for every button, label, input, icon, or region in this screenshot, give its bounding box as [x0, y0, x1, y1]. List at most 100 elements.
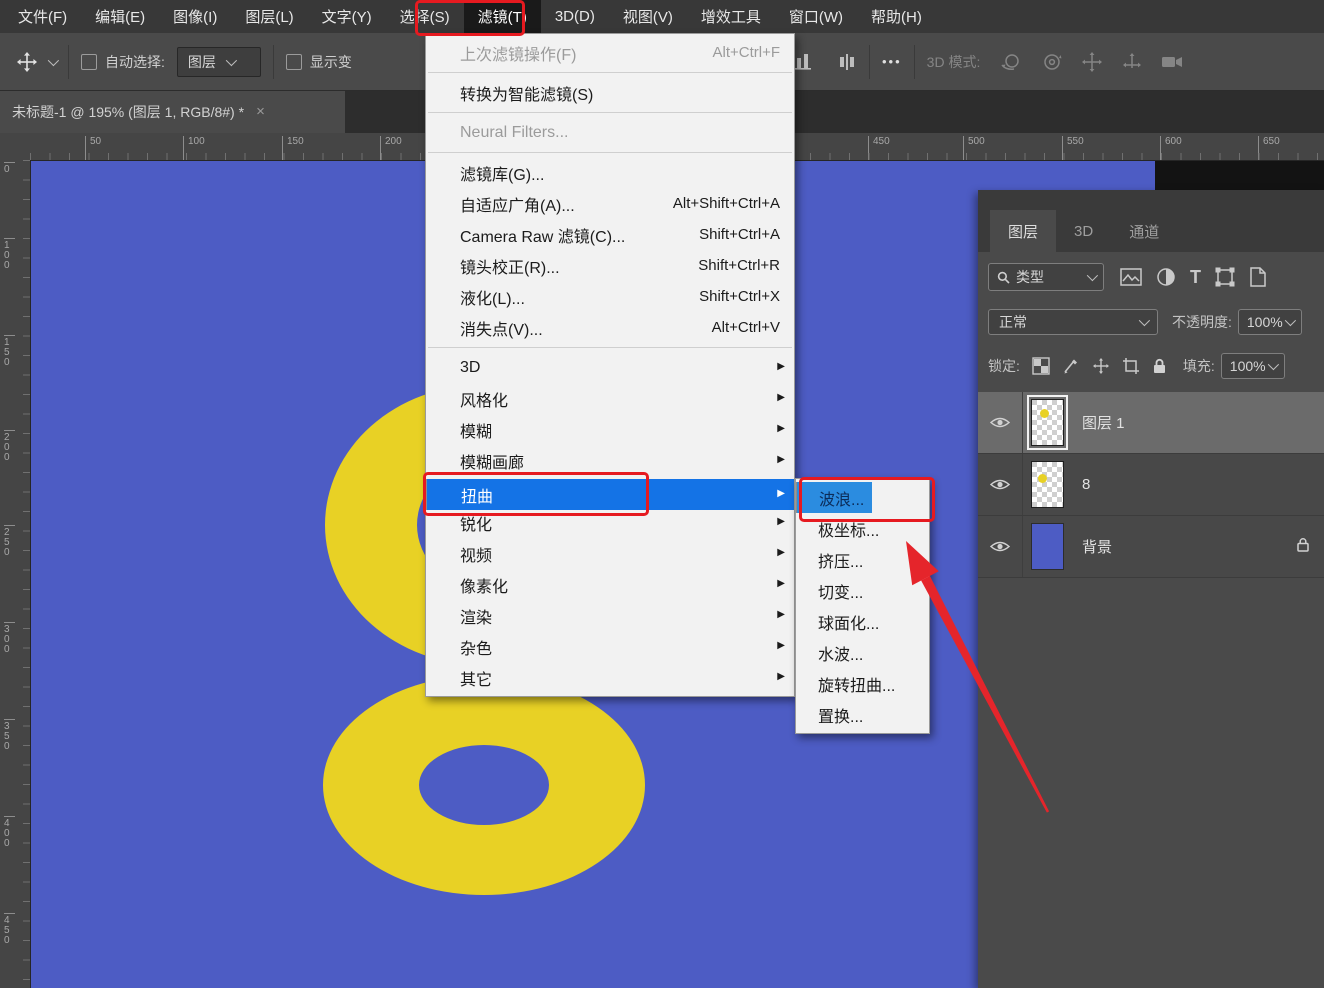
menu-item-render[interactable]: 渲染 ▶ — [426, 600, 794, 631]
opacity-field[interactable]: 100% — [1238, 309, 1302, 335]
move-tool-icon[interactable] — [16, 51, 38, 73]
menu-item-lens-correction[interactable]: 镜头校正(R)... Shift+Ctrl+R — [426, 250, 794, 281]
chevron-down-icon — [1087, 270, 1098, 281]
menu-item-blur[interactable]: 模糊 ▶ — [426, 414, 794, 445]
auto-select-checkbox[interactable] — [81, 54, 97, 70]
filter-pixel-layers-icon[interactable] — [1120, 268, 1142, 286]
menu-plugins[interactable]: 增效工具 — [687, 0, 775, 34]
menu-select[interactable]: 选择(S) — [386, 0, 464, 34]
filter-type-layers-icon[interactable]: T — [1190, 267, 1201, 288]
menu-item-noise[interactable]: 杂色 ▶ — [426, 631, 794, 662]
submenu-item-wave[interactable]: 波浪... — [796, 482, 872, 513]
menu-type[interactable]: 文字(Y) — [308, 0, 386, 34]
layer-row-8[interactable]: 8 — [978, 454, 1324, 516]
layer-name[interactable]: 图层 1 — [1082, 412, 1125, 433]
layer-row-background[interactable]: 背景 — [978, 516, 1324, 578]
menu-layer[interactable]: 图层(L) — [231, 0, 307, 34]
layer-row-layer1[interactable]: 图层 1 — [978, 392, 1324, 454]
lock-image-pixels-icon[interactable] — [1062, 357, 1080, 375]
menu-item-convert-smart-filters[interactable]: 转换为智能滤镜(S) — [426, 77, 794, 108]
menu-item-adaptive-wide-angle[interactable]: 自适应广角(A)... Alt+Shift+Ctrl+A — [426, 188, 794, 219]
filter-shape-layers-icon[interactable] — [1215, 267, 1235, 287]
submenu-item-spherize[interactable]: 球面化... — [796, 606, 929, 637]
tab-layers[interactable]: 图层 — [990, 210, 1056, 252]
ruler-origin-corner[interactable] — [0, 133, 31, 161]
menu-item-stylize[interactable]: 风格化 ▶ — [426, 383, 794, 414]
menu-view[interactable]: 视图(V) — [609, 0, 687, 34]
submenu-item-zigzag[interactable]: 水波... — [796, 637, 929, 668]
visibility-eye-icon[interactable] — [978, 454, 1023, 515]
layer-list: 图层 1 8 背景 — [978, 392, 1324, 578]
layer-thumbnail[interactable] — [1031, 523, 1064, 570]
distort-submenu: 波浪... 波纹... 极坐标... 挤压... 切变... 球面化... 水波… — [795, 478, 930, 734]
document-tab[interactable]: 未标题-1 @ 195% (图层 1, RGB/8#) * × — [0, 90, 345, 133]
submenu-arrow-icon: ▶ — [777, 392, 785, 403]
chevron-down-icon — [1285, 315, 1296, 326]
menu-item-camera-raw[interactable]: Camera Raw 滤镜(C)... Shift+Ctrl+A — [426, 219, 794, 250]
show-transform-label: 显示变 — [310, 52, 352, 72]
menu-item-pixelate[interactable]: 像素化 ▶ — [426, 569, 794, 600]
menu-item-liquify[interactable]: 液化(L)... Shift+Ctrl+X — [426, 281, 794, 312]
tab-channels[interactable]: 通道 — [1111, 210, 1177, 252]
submenu-arrow-icon: ▶ — [777, 671, 785, 682]
submenu-item-twirl[interactable]: 旋转扭曲... — [796, 668, 929, 699]
menu-item-video[interactable]: 视频 ▶ — [426, 538, 794, 569]
tool-preset-chevron-icon[interactable] — [48, 54, 59, 65]
lock-all-icon[interactable] — [1152, 358, 1167, 374]
ruler-tick-label: 350 — [4, 719, 15, 752]
tab-3d[interactable]: 3D — [1056, 210, 1111, 252]
close-tab-icon[interactable]: × — [256, 103, 265, 120]
align-bottom-icon[interactable] — [793, 52, 815, 72]
opacity-label: 不透明度: — [1172, 312, 1232, 332]
lock-artboard-icon[interactable] — [1122, 357, 1140, 375]
menu-file[interactable]: 文件(F) — [4, 0, 81, 34]
menu-item-distort[interactable]: 扭曲 ▶ — [426, 479, 794, 510]
3d-roll-icon[interactable] — [1040, 51, 1064, 73]
menu-item-3d[interactable]: 3D ▶ — [426, 352, 794, 383]
menu-separator — [428, 347, 792, 348]
menu-help[interactable]: 帮助(H) — [857, 0, 936, 34]
auto-select-target-dropdown[interactable]: 图层 — [177, 47, 261, 77]
fill-field[interactable]: 100% — [1221, 353, 1285, 379]
menu-bar: 文件(F) 编辑(E) 图像(I) 图层(L) 文字(Y) 选择(S) 滤镜(T… — [0, 0, 1324, 33]
3d-camera-icon[interactable] — [1160, 52, 1186, 72]
submenu-item-shear[interactable]: 切变... — [796, 575, 929, 606]
distribute-icon[interactable] — [837, 52, 857, 72]
menu-filter[interactable]: 滤镜(T) — [464, 0, 541, 34]
menu-item-other[interactable]: 其它 ▶ — [426, 662, 794, 693]
submenu-item-pinch[interactable]: 挤压... — [796, 544, 929, 575]
menu-item-blur-gallery[interactable]: 模糊画廊 ▶ — [426, 445, 794, 476]
filter-adjustment-layers-icon[interactable] — [1156, 267, 1176, 287]
3d-orbit-icon[interactable] — [998, 51, 1024, 73]
menu-item-sharpen[interactable]: 锐化 ▶ — [426, 507, 794, 538]
visibility-eye-icon[interactable] — [978, 392, 1023, 453]
lock-transparent-pixels-icon[interactable] — [1032, 357, 1050, 375]
layer-name[interactable]: 8 — [1082, 476, 1090, 493]
submenu-arrow-icon: ▶ — [777, 516, 785, 527]
menu-3d[interactable]: 3D(D) — [541, 1, 609, 32]
filter-type-dropdown[interactable]: 类型 — [988, 263, 1104, 291]
3d-pan-icon[interactable] — [1080, 51, 1104, 73]
menu-edit[interactable]: 编辑(E) — [81, 0, 159, 34]
layer-thumbnail[interactable] — [1031, 461, 1064, 508]
filter-smart-objects-icon[interactable] — [1249, 267, 1267, 287]
menu-image[interactable]: 图像(I) — [159, 0, 231, 34]
visibility-eye-icon[interactable] — [978, 516, 1023, 577]
submenu-arrow-icon: ▶ — [777, 547, 785, 558]
ruler-tick-label: 150 — [4, 335, 15, 368]
menu-item-neural-filters[interactable]: Neural Filters... — [426, 117, 794, 148]
submenu-item-displace[interactable]: 置换... — [796, 699, 929, 730]
more-options-button[interactable]: ••• — [882, 54, 902, 69]
3d-slide-icon[interactable] — [1120, 51, 1144, 73]
layer-name[interactable]: 背景 — [1082, 536, 1112, 557]
shortcut: Shift+Ctrl+R — [698, 257, 780, 274]
show-transform-checkbox[interactable] — [286, 54, 302, 70]
menu-window[interactable]: 窗口(W) — [775, 0, 857, 34]
blend-mode-dropdown[interactable]: 正常 — [988, 309, 1158, 335]
menu-item-vanishing-point[interactable]: 消失点(V)... Alt+Ctrl+V — [426, 312, 794, 343]
menu-item-filter-gallery[interactable]: 滤镜库(G)... — [426, 157, 794, 188]
layer-thumbnail[interactable] — [1031, 399, 1064, 446]
submenu-item-polar-coordinates[interactable]: 极坐标... — [796, 513, 929, 544]
lock-position-icon[interactable] — [1092, 357, 1110, 375]
vertical-ruler[interactable]: 0 100 150 200 250 300 350 400 450 — [0, 160, 31, 988]
